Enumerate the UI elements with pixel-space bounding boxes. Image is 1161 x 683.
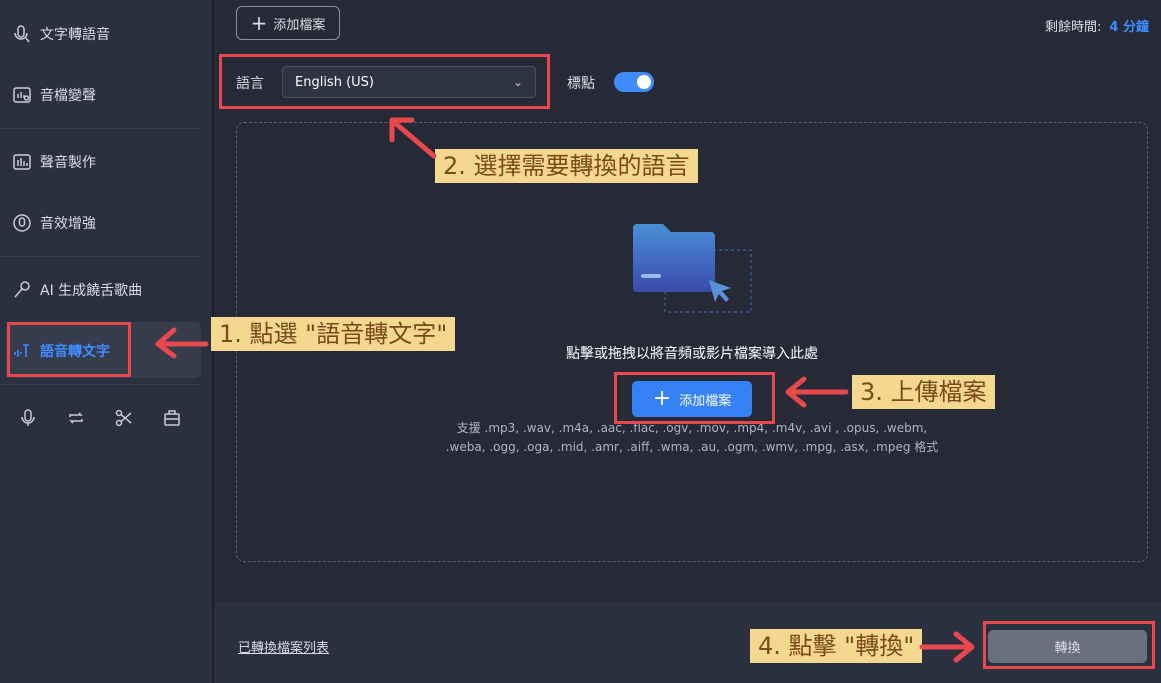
scissors-icon[interactable] [111, 405, 137, 431]
text-to-speech-icon [12, 24, 32, 44]
sidebar-item-ai-rap[interactable]: AI 生成饒舌歌曲 [12, 268, 142, 312]
converted-files-link[interactable]: 已轉換檔案列表 [238, 637, 329, 656]
callout-step-4: 4. 點擊 "轉換" [750, 629, 923, 663]
sidebar-item-audio-enhance[interactable]: 音效增強 [12, 201, 96, 245]
sidebar-divider [0, 128, 200, 129]
sidebar-item-label: 音檔變聲 [40, 88, 96, 104]
voice-maker-icon [12, 152, 32, 172]
callout-step-2: 2. 選擇需要轉換的語言 [435, 149, 698, 183]
toolbox-icon[interactable] [159, 405, 185, 431]
audio-enhance-icon [12, 213, 32, 233]
highlight-language [219, 54, 550, 109]
sidebar-divider [0, 384, 200, 385]
sidebar-item-label: AI 生成饒舌歌曲 [40, 283, 143, 299]
top-add-file-button[interactable]: + 添加檔案 [236, 6, 340, 40]
arrow-right-icon [919, 631, 975, 663]
punctuation-label: 標點 [567, 76, 595, 92]
remaining-time: 剩餘時間: 4 分鐘 [1045, 20, 1149, 35]
plus-icon: + [250, 11, 268, 35]
repeat-icon[interactable] [63, 405, 89, 431]
highlight-convert [983, 621, 1155, 669]
sidebar-divider [0, 256, 200, 257]
toggle-knob [637, 75, 651, 89]
arrow-left-icon [155, 327, 209, 359]
arrow-up-left-icon [389, 117, 437, 159]
sidebar-item-text-to-speech[interactable]: 文字轉語音 [12, 12, 110, 56]
sidebar-item-label: 音效增強 [40, 216, 96, 232]
supported-formats: 支援 .mp3, .wav, .m4a, .aac, .flac, .ogv, … [445, 421, 939, 454]
sidebar-item-voice-changer[interactable]: 音檔變聲 [12, 73, 96, 117]
folder-upload-icon [633, 224, 752, 313]
punctuation-toggle[interactable] [614, 72, 654, 92]
arrow-left-icon [785, 376, 849, 408]
highlight-sidebar-speech-to-text [7, 322, 131, 377]
ai-rap-icon [12, 280, 32, 300]
callout-step-1: 1. 點選 "語音轉文字" [211, 317, 456, 351]
voice-changer-icon [12, 85, 32, 105]
sidebar-tools [0, 404, 200, 432]
highlight-add-file [614, 372, 775, 424]
callout-step-3: 3. 上傳檔案 [852, 375, 995, 409]
sidebar-item-label: 聲音製作 [40, 155, 96, 171]
remaining-time-value: 4 分鐘 [1109, 20, 1149, 35]
sidebar-item-voice-maker[interactable]: 聲音製作 [12, 140, 96, 184]
sidebar-item-label: 文字轉語音 [40, 27, 110, 43]
microphone-icon[interactable] [15, 405, 41, 431]
